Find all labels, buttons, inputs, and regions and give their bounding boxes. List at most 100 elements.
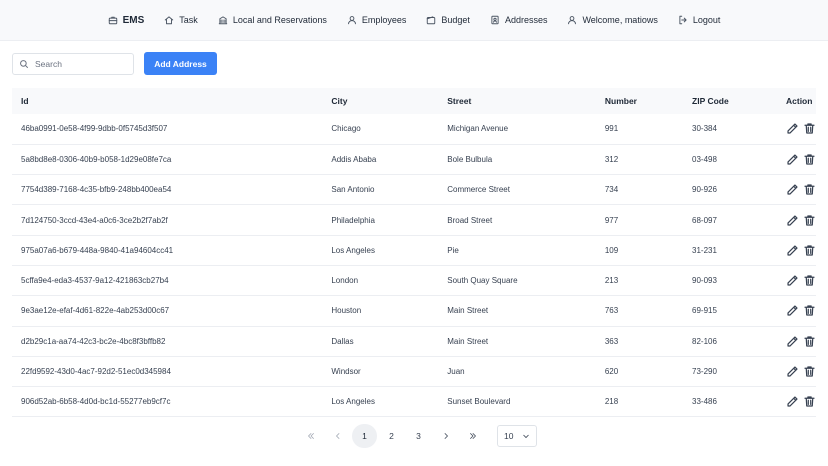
next-page-button[interactable] <box>433 424 458 448</box>
delete-trash-icon[interactable] <box>803 365 816 378</box>
brand-logo[interactable]: EMS <box>108 14 145 26</box>
row-actions <box>786 214 816 227</box>
delete-trash-icon[interactable] <box>803 153 816 166</box>
cell-id: 5cffa9e4-eda3-4537-9a12-421863cb27b4 <box>21 276 169 286</box>
table-row: d2b29c1a-aa74-42c3-bc2e-4bc8f3bffb82 Dall… <box>12 326 816 357</box>
cell-zip-code: 30-384 <box>692 124 717 134</box>
table-row: 975a07a6-b679-448a-9840-41a94604cc41 Los … <box>12 235 816 266</box>
nav-item-budget[interactable]: Budget <box>426 15 470 25</box>
search-icon <box>20 60 29 69</box>
cell-zip-code: 31-231 <box>692 245 717 255</box>
nav-item-task[interactable]: Task <box>164 15 198 25</box>
cell-id: 7d124750-3ccd-43e4-a0c6-3ce2b2f7ab2f <box>21 215 168 225</box>
edit-pencil-icon[interactable] <box>786 335 799 348</box>
page-button-2[interactable]: 2 <box>379 424 404 448</box>
cell-action <box>777 387 816 417</box>
row-actions <box>786 244 816 257</box>
row-actions <box>786 274 816 287</box>
cell-id: 22fd9592-43d0-4ac7-92d2-51ec0d345984 <box>21 367 171 377</box>
last-page-button[interactable] <box>460 424 485 448</box>
edit-pencil-icon[interactable] <box>786 122 799 135</box>
column-header-id[interactable]: Id <box>12 88 322 114</box>
row-actions <box>786 122 816 135</box>
search-box[interactable] <box>12 53 134 75</box>
page-button-1[interactable]: 1 <box>352 424 377 448</box>
building-icon <box>218 16 228 25</box>
delete-trash-icon[interactable] <box>803 214 816 227</box>
cell-number: 763 <box>604 306 619 316</box>
cell-number: 218 <box>604 397 619 407</box>
edit-pencil-icon[interactable] <box>786 153 799 166</box>
nav-item-logout[interactable]: Logout <box>678 15 720 25</box>
delete-trash-icon[interactable] <box>803 335 816 348</box>
cell-street: South Quay Square <box>447 276 518 286</box>
delete-trash-icon[interactable] <box>803 244 816 257</box>
cell-number: 991 <box>604 124 619 134</box>
cell-id: 9e3ae12e-efaf-4d61-822e-4ab253d00c67 <box>21 306 170 316</box>
delete-trash-icon[interactable] <box>803 122 816 135</box>
column-header-city[interactable]: City <box>322 88 438 114</box>
page-size-select[interactable]: 10 <box>497 425 537 447</box>
edit-pencil-icon[interactable] <box>786 365 799 378</box>
cell-city: Houston <box>331 306 362 316</box>
cell-zip-code: 73-290 <box>692 367 717 377</box>
first-page-button[interactable] <box>298 424 323 448</box>
top-nav: EMS Task Local and Reservations Employee… <box>0 0 828 41</box>
column-header-zip-code[interactable]: ZIP Code <box>683 88 777 114</box>
nav-item-welcome-user[interactable]: Welcome, matiows <box>567 15 658 25</box>
row-actions <box>786 183 816 196</box>
row-actions <box>786 153 816 166</box>
delete-trash-icon[interactable] <box>803 304 816 317</box>
chevron-left-icon <box>335 433 339 439</box>
page-button-3[interactable]: 3 <box>406 424 431 448</box>
edit-pencil-icon[interactable] <box>786 304 799 317</box>
cell-zip-code: 90-926 <box>692 185 717 195</box>
previous-page-button[interactable] <box>325 424 350 448</box>
edit-pencil-icon[interactable] <box>786 274 799 287</box>
nav-item-employees[interactable]: Employees <box>347 15 406 25</box>
brand-label: EMS <box>122 14 145 26</box>
addresses-table: Id City Street Number ZIP Code Action 46… <box>12 88 816 417</box>
edit-pencil-icon[interactable] <box>786 244 799 257</box>
edit-pencil-icon[interactable] <box>786 183 799 196</box>
table-body: 46ba0991-0e58-4f99-9dbb-0f5745d3f507 Chic… <box>12 114 816 417</box>
cell-number: 363 <box>604 336 619 346</box>
column-header-action: Action <box>786 96 813 106</box>
chevron-down-icon <box>523 434 529 439</box>
cell-id: 975a07a6-b679-448a-9840-41a94604cc41 <box>21 245 174 255</box>
address-book-icon <box>491 15 499 25</box>
table-row: 46ba0991-0e58-4f99-9dbb-0f5745d3f507 Chic… <box>12 114 816 145</box>
nav-item-addresses[interactable]: Addresses <box>490 15 547 25</box>
edit-pencil-icon[interactable] <box>786 214 799 227</box>
add-address-button[interactable]: Add Address <box>144 52 217 75</box>
cell-city: Dallas <box>331 336 354 346</box>
cell-city: London <box>331 276 359 286</box>
edit-pencil-icon[interactable] <box>786 395 799 408</box>
cell-street: Main Street <box>447 336 489 346</box>
nav-item-label: Local and Reservations <box>232 15 327 25</box>
wallet-icon <box>427 16 436 25</box>
row-actions <box>786 365 816 378</box>
cell-zip-code: 90-093 <box>692 276 717 286</box>
cell-city: Windsor <box>331 367 361 377</box>
cell-zip-code: 03-498 <box>692 154 717 164</box>
table-row: 22fd9592-43d0-4ac7-92d2-51ec0d345984 Wind… <box>12 356 816 387</box>
cell-id: d2b29c1a-aa74-42c3-bc2e-4bc8f3bffb82 <box>21 336 166 346</box>
search-input[interactable] <box>35 59 125 69</box>
cell-action <box>777 114 816 144</box>
nav-item-local-and-reservations[interactable]: Local and Reservations <box>218 15 327 25</box>
column-header-street[interactable]: Street <box>438 88 596 114</box>
cell-zip-code: 69-915 <box>692 306 717 316</box>
delete-trash-icon[interactable] <box>803 183 816 196</box>
cell-action <box>777 175 816 205</box>
cell-street: Pie <box>447 245 459 255</box>
cell-id: 906d52ab-6b58-4d0d-bc1d-55277eb9cf7c <box>21 397 171 407</box>
cell-action <box>777 144 816 174</box>
cell-street: Juan <box>447 367 465 377</box>
column-header-number[interactable]: Number <box>596 88 683 114</box>
delete-trash-icon[interactable] <box>803 274 816 287</box>
chevrons-left-icon <box>307 433 314 439</box>
delete-trash-icon[interactable] <box>803 395 816 408</box>
logout-icon <box>679 15 687 25</box>
table-row: 906d52ab-6b58-4d0d-bc1d-55277eb9cf7c Los … <box>12 387 816 417</box>
